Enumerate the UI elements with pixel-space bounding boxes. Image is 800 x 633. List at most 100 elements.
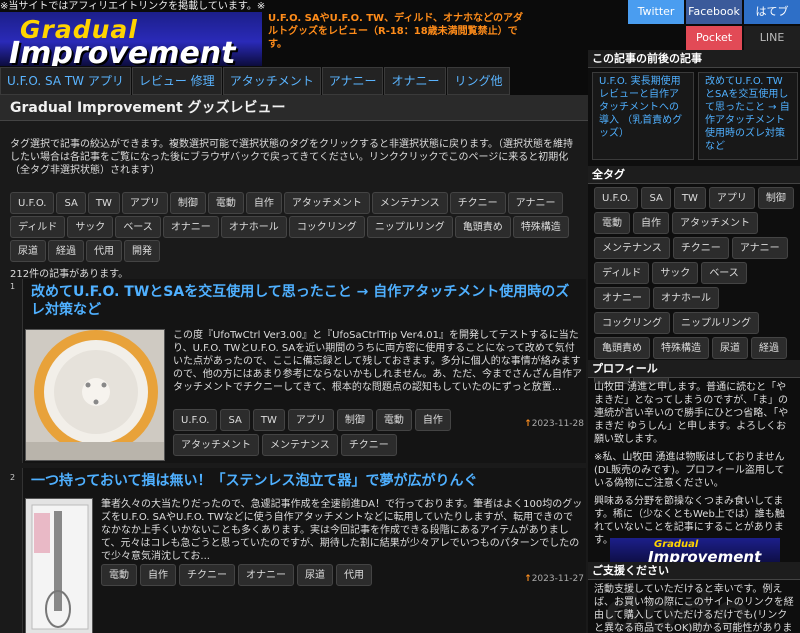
sidebar-tag[interactable]: 亀頭責め bbox=[594, 337, 650, 359]
article-tags: U.F.O. SA TW アプリ 制御 電動 自作 アタッチメント メンテナンス… bbox=[173, 409, 518, 456]
related-prev-link[interactable]: U.F.O. 実長期使用レビューと自作アタッチメントへの導入 （乳首責めグッズ） bbox=[592, 72, 694, 160]
related-articles: U.F.O. 実長期使用レビューと自作アタッチメントへの導入 （乳首責めグッズ）… bbox=[588, 72, 800, 162]
tag-filter-item[interactable]: ベース bbox=[115, 216, 161, 238]
tag-filter-item[interactable]: チクニー bbox=[449, 192, 506, 214]
article-tag[interactable]: 自作 bbox=[414, 409, 451, 431]
article-tag[interactable]: SA bbox=[220, 409, 250, 431]
article-tag[interactable]: 電動 bbox=[375, 409, 412, 431]
sidebar-tag[interactable]: サック bbox=[652, 262, 699, 284]
tag-filter-item[interactable]: SA bbox=[56, 192, 86, 214]
sidebar-all-tags-heading: 全タグ bbox=[588, 166, 800, 184]
sidebar-profile-heading: プロフィール bbox=[588, 360, 800, 378]
sidebar-tag[interactable]: ディルド bbox=[594, 262, 650, 284]
sidebar-tag[interactable]: SA bbox=[641, 187, 671, 209]
tag-filter-item[interactable]: 経過 bbox=[48, 240, 84, 262]
nav-item-ufo[interactable]: U.F.O. SA TW アプリ bbox=[0, 67, 131, 95]
nav-item-review[interactable]: レビュー 修理 bbox=[131, 67, 222, 95]
tag-filter-item[interactable]: 自作 bbox=[245, 192, 282, 214]
nav-item-onani[interactable]: オナニー bbox=[384, 67, 447, 95]
watermark: dodo bbox=[604, 583, 750, 633]
article-tag[interactable]: 制御 bbox=[336, 409, 373, 431]
sidebar-support-heading: ご支援ください bbox=[588, 562, 800, 580]
article-title[interactable]: 一つ持っておいて損は無い！「ステンレス泡立て器」で夢が広がりんぐ bbox=[31, 472, 581, 490]
nav-item-anal[interactable]: アナニー bbox=[321, 67, 384, 95]
line-share-button[interactable]: LINE bbox=[744, 26, 800, 50]
article-tag[interactable]: 代用 bbox=[336, 564, 372, 586]
tag-filter-item[interactable]: TW bbox=[87, 192, 120, 214]
article-excerpt: この度『UfoTwCtrl Ver3.00』と『UfoSaCtrlTrip Ve… bbox=[173, 330, 582, 393]
profile-paragraph: ※私、山牧田 湧進は物販はしておりません(DL販売のみです)。プロフィール盗用し… bbox=[594, 452, 785, 489]
sidebar-tag[interactable]: オナホール bbox=[653, 287, 719, 309]
article-card: 一つ持っておいて損は無い！「ステンレス泡立て器」で夢が広がりんぐ 筆者久々の大当… bbox=[22, 468, 586, 633]
tag-filter-item[interactable]: アナニー bbox=[507, 192, 564, 214]
article-tag[interactable]: オナニー bbox=[238, 564, 294, 586]
article-tag[interactable]: 尿道 bbox=[297, 564, 333, 586]
page-title: Gradual Improvement グッズレビュー bbox=[0, 95, 588, 121]
tag-filter-item[interactable]: アプリ bbox=[121, 192, 168, 214]
twitter-share-button[interactable]: Twitter bbox=[628, 0, 684, 24]
article-tag[interactable]: チクニー bbox=[179, 564, 235, 586]
article-tag[interactable]: アプリ bbox=[287, 409, 334, 431]
article-date-text: 2023-11-27 bbox=[531, 574, 584, 584]
sidebar-profile-section: プロフィール 山牧田 湧進と申します。普通に読むと「やまきだ」となってしまうので… bbox=[588, 360, 800, 555]
sidebar-tag[interactable]: ベース bbox=[701, 262, 747, 284]
hatena-share-button[interactable]: はてブ bbox=[744, 0, 800, 24]
tag-filter-item[interactable]: オナホール bbox=[220, 216, 287, 238]
share-buttons: Twitter Facebook はてブ Pocket LINE bbox=[628, 0, 800, 50]
article-thumbnail[interactable] bbox=[25, 329, 165, 461]
article-tag[interactable]: チクニー bbox=[340, 434, 397, 456]
sidebar-tag[interactable]: アプリ bbox=[708, 187, 755, 209]
tag-filter-item[interactable]: 亀頭責め bbox=[454, 216, 511, 238]
article-tag[interactable]: アタッチメント bbox=[173, 434, 259, 456]
tag-filter-item[interactable]: 特殊構造 bbox=[512, 216, 569, 238]
sidebar-tag[interactable]: ニップルリング bbox=[673, 312, 759, 334]
tag-filter-item[interactable]: ニップルリング bbox=[366, 216, 453, 238]
tag-filter-item[interactable]: アタッチメント bbox=[283, 192, 370, 214]
sidebar-tag[interactable]: 自作 bbox=[633, 212, 669, 234]
tag-filter-item[interactable]: 制御 bbox=[169, 192, 206, 214]
sidebar-tag[interactable]: 尿道 bbox=[712, 337, 748, 359]
tag-filter: U.F.O. SA TW アプリ 制御 電動 自作 アタッチメント メンテナンス… bbox=[10, 192, 570, 262]
sidebar-tag[interactable]: メンテナンス bbox=[594, 237, 670, 259]
sidebar-tag[interactable]: TW bbox=[673, 187, 706, 209]
sidebar-tag[interactable]: チクニー bbox=[672, 237, 729, 259]
sidebar-tag[interactable]: 電動 bbox=[594, 212, 630, 234]
article-thumbnail[interactable] bbox=[25, 498, 93, 633]
article-title[interactable]: 改めてU.F.O. TWとSAを交互使用して思ったこと → 自作アタッチメント使… bbox=[31, 283, 581, 319]
sidebar-tag[interactable]: 制御 bbox=[757, 187, 794, 209]
sidebar-tag[interactable]: アナニー bbox=[731, 237, 788, 259]
related-next-link[interactable]: 改めてU.F.O. TWとSAを交互使用して思ったこと → 自作アタッチメント使… bbox=[698, 72, 798, 160]
thumbnail-image bbox=[26, 499, 92, 633]
tag-filter-item[interactable]: U.F.O. bbox=[10, 192, 55, 214]
sidebar-tag[interactable]: オナニー bbox=[594, 287, 650, 309]
article-tag[interactable]: 電動 bbox=[101, 564, 137, 586]
site-logo[interactable]: Gradual Improvement bbox=[0, 12, 262, 66]
article-excerpt: 筆者久々の大当たりだったので、急遽記事作成を全速前進DA！で行っております。筆者… bbox=[101, 499, 583, 562]
sidebar-tag[interactable]: アタッチメント bbox=[672, 212, 758, 234]
tag-filter-item[interactable]: 開発 bbox=[124, 240, 160, 262]
clock-icon: ↑ bbox=[524, 419, 532, 429]
tag-filter-item[interactable]: 電動 bbox=[207, 192, 244, 214]
tag-filter-item[interactable]: ディルド bbox=[10, 216, 66, 238]
tag-filter-item[interactable]: メンテナンス bbox=[371, 192, 448, 214]
nav-item-attachment[interactable]: アタッチメント bbox=[222, 67, 321, 95]
sidebar-tag[interactable]: 経過 bbox=[751, 337, 787, 359]
article-tags: 電動 自作 チクニー オナニー 尿道 代用 bbox=[101, 564, 521, 586]
tag-filter-item[interactable]: 尿道 bbox=[10, 240, 46, 262]
nav-item-ring[interactable]: リング他 bbox=[447, 67, 510, 95]
article-tag[interactable]: U.F.O. bbox=[173, 409, 218, 431]
tag-filter-item[interactable]: サック bbox=[67, 216, 114, 238]
affiliate-notice: ※当サイトではアフィリエイトリンクを掲載しています。※ bbox=[0, 1, 266, 12]
tag-filter-item[interactable]: コックリング bbox=[288, 216, 365, 238]
article-index: 1 bbox=[10, 282, 16, 291]
sidebar-tag[interactable]: コックリング bbox=[594, 312, 670, 334]
article-tag[interactable]: TW bbox=[252, 409, 285, 431]
article-tag[interactable]: メンテナンス bbox=[262, 434, 338, 456]
sidebar-tag[interactable]: U.F.O. bbox=[594, 187, 639, 209]
tag-filter-item[interactable]: 代用 bbox=[86, 240, 122, 262]
article-tag[interactable]: 自作 bbox=[140, 564, 176, 586]
sidebar-tag[interactable]: 特殊構造 bbox=[653, 337, 709, 359]
tag-filter-item[interactable]: オナニー bbox=[162, 216, 219, 238]
pocket-share-button[interactable]: Pocket bbox=[686, 26, 742, 50]
facebook-share-button[interactable]: Facebook bbox=[686, 0, 742, 24]
